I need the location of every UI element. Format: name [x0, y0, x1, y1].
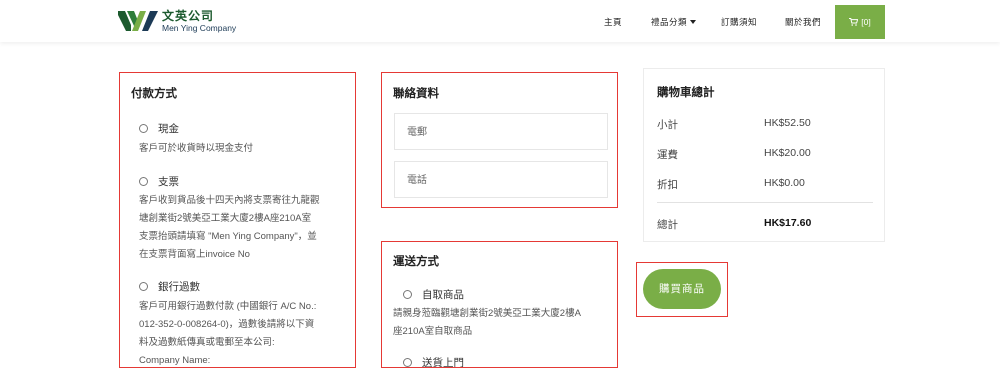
shipping-title: 運送方式	[393, 256, 439, 268]
bank-transfer-description: 客戶可用銀行過數付款 (中國銀行 A/C No.: 012-352-0-0082…	[139, 298, 351, 367]
discount-label: 折扣	[657, 179, 678, 191]
contact-title: 聯絡資料	[393, 88, 439, 100]
buy-button[interactable]: 購買商品	[643, 269, 721, 309]
pickup-desc-line: 請親身蒞臨觀塘創業街2號美亞工業大廈2樓A	[393, 308, 581, 319]
logo-name-cn: 文英公司	[162, 8, 215, 23]
subtotal-value: HK$52.50	[764, 117, 811, 129]
pickup-desc-line: 座210A室自取商品	[393, 326, 473, 337]
bank-desc-line: 料及過數紙傳真或電郵至本公司:	[139, 337, 275, 348]
cart-button[interactable]: [0]	[835, 5, 885, 39]
subtotal-label: 小計	[657, 119, 678, 131]
shopping-cart-icon	[849, 18, 859, 26]
payment-option-cheque[interactable]: 支票	[139, 172, 179, 190]
email-field[interactable]: 電郵	[394, 113, 608, 150]
shipping-fee-label: 運費	[657, 149, 678, 161]
pickup-description: 請親身蒞臨觀塘創業街2號美亞工業大廈2樓A 座210A室自取商品	[393, 305, 615, 341]
cheque-label: 支票	[158, 176, 179, 188]
delivery-label: 送貨上門	[422, 357, 464, 368]
cash-radio[interactable]	[139, 124, 148, 133]
summary-title: 購物車總計	[657, 87, 715, 99]
bank-desc-line: 客戶可用銀行過數付款 (中國銀行 A/C No.:	[139, 301, 317, 312]
cheque-desc-line: 支票抬頭請填寫 "Men Ying Company"，並	[139, 231, 317, 242]
cheque-desc-line: 塘創業街2號美亞工業大廈2樓A座210A室	[139, 213, 312, 224]
nav-order-notes[interactable]: 訂購須知	[721, 16, 757, 28]
cheque-desc-line: 在支票背面寫上invoice No	[139, 249, 250, 260]
nav-home[interactable]: 主頁	[604, 16, 622, 28]
cash-description: 客戶可於收貨時以現金支付	[139, 140, 253, 158]
payment-option-cash[interactable]: 現金	[139, 119, 179, 137]
payment-method-panel: 付款方式 現金 客戶可於收貨時以現金支付 支票 客戶收到貨品後十四天內將支票寄往…	[119, 72, 356, 368]
site-header: 文英公司 Men Ying Company 主頁 禮品分類 訂購須知 關於我們 …	[0, 0, 1000, 42]
cheque-desc-line: 客戶收到貨品後十四天內將支票寄往九龍觀	[139, 195, 320, 206]
cart-summary-panel: 購物車總計 小計 HK$52.50 運費 HK$20.00 折扣 HK$0.00…	[643, 68, 885, 242]
total-value: HK$17.60	[764, 217, 812, 229]
nav-categories-label: 禮品分類	[651, 17, 688, 27]
bank-desc-line: 012-352-0-008264-0)，過數後請將以下資	[139, 319, 315, 330]
nav-categories[interactable]: 禮品分類	[651, 16, 697, 28]
total-label: 總計	[657, 219, 678, 231]
caret-down-icon	[690, 20, 697, 24]
cart-count: [0]	[861, 17, 871, 27]
phone-field[interactable]: 電話	[394, 161, 608, 198]
cash-label: 現金	[158, 123, 179, 135]
contact-info-panel: 聯絡資料 電郵 電話	[381, 72, 618, 208]
nav-about[interactable]: 關於我們	[785, 16, 821, 28]
bank-transfer-label: 銀行過數	[158, 281, 200, 293]
cash-desc-line: 客戶可於收貨時以現金支付	[139, 143, 254, 154]
summary-divider	[657, 202, 873, 203]
shipping-option-pickup[interactable]: 自取商品	[403, 285, 464, 303]
cheque-radio[interactable]	[139, 177, 148, 186]
discount-value: HK$0.00	[764, 177, 805, 189]
cheque-description: 客戶收到貨品後十四天內將支票寄往九龍觀 塘創業街2號美亞工業大廈2樓A座210A…	[139, 192, 351, 264]
company-logo[interactable]: 文英公司 Men Ying Company	[118, 9, 236, 33]
logo-name-en: Men Ying Company	[162, 22, 237, 33]
shipping-method-panel: 運送方式 自取商品 請親身蒞臨觀塘創業街2號美亞工業大廈2樓A 座210A室自取…	[381, 241, 618, 368]
pickup-radio[interactable]	[403, 290, 412, 299]
delivery-radio[interactable]	[403, 358, 412, 367]
pickup-label: 自取商品	[422, 289, 464, 301]
shipping-fee-value: HK$20.00	[764, 147, 811, 159]
bank-desc-line: Company Name:	[139, 355, 211, 366]
shipping-option-delivery[interactable]: 送貨上門	[403, 353, 464, 368]
payment-option-bank-transfer[interactable]: 銀行過數	[139, 277, 200, 295]
payment-title: 付款方式	[131, 88, 177, 100]
logo-mark-icon	[118, 9, 158, 33]
bank-transfer-radio[interactable]	[139, 282, 148, 291]
